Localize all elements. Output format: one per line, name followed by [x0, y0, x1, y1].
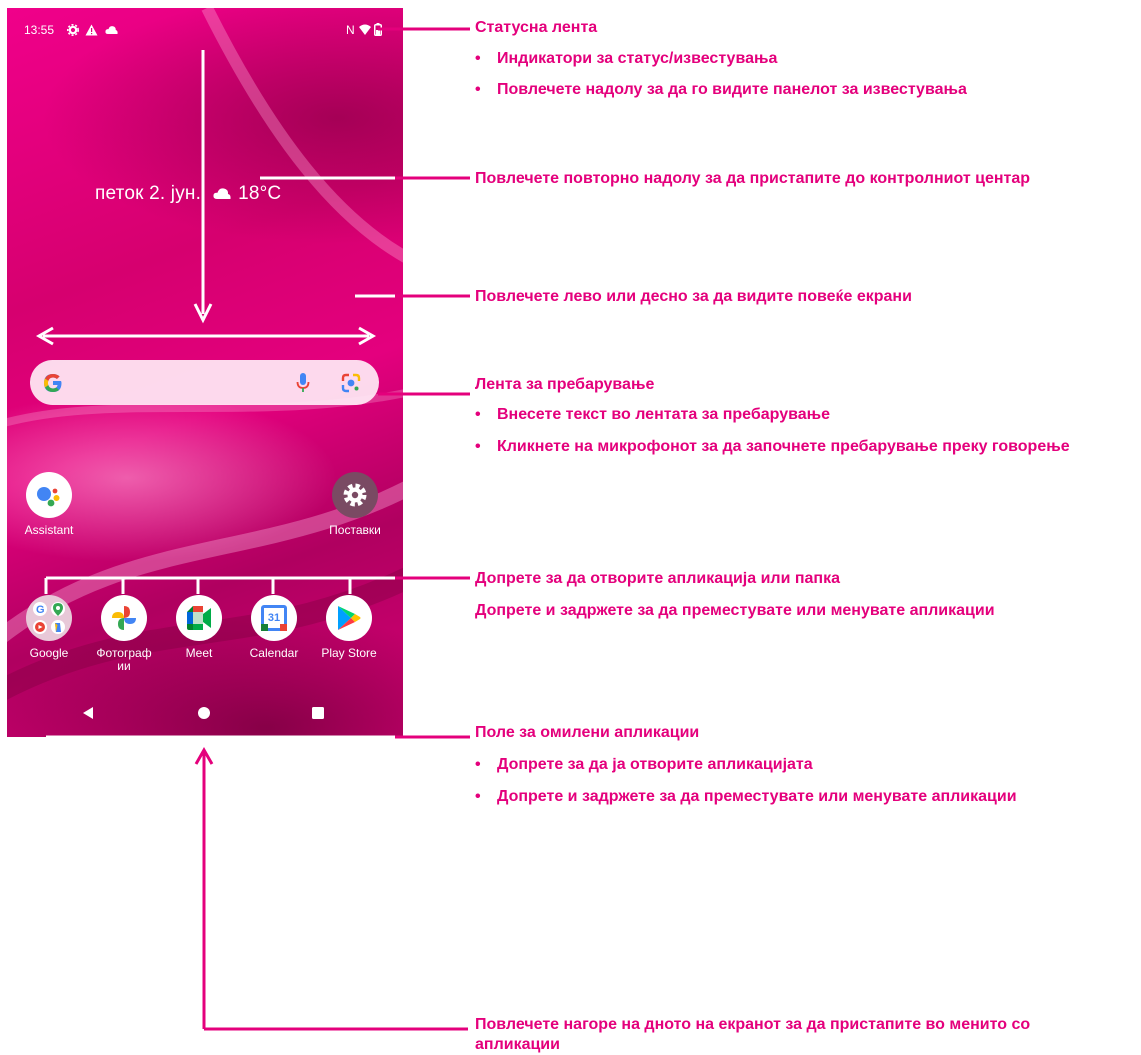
annotation-bullet: • Повлечете надолу за да го видите панело… — [475, 81, 967, 98]
annotation-status-bar-title: Статусна лента — [475, 19, 598, 36]
annotation-bullet: • Допрете за да ја отворите апликацијата — [475, 756, 813, 773]
annotation-apps-line2: Допрете и задржете за да преместувате ил… — [475, 602, 995, 619]
annotation-bullet: • Допрете и задржете за да преместувате и… — [475, 788, 1017, 805]
annotation-swipe-screens: Повлечете лево или десно за да видите по… — [475, 288, 912, 305]
annotation-bullet: • Индикатори за статус/известувања — [475, 50, 778, 67]
annotation-app-drawer: Повлечете нагоре на дното на екранот за … — [475, 1016, 1031, 1053]
annotation-bullet: • Внесете текст во лентата за пребарување — [475, 406, 831, 423]
annotation-search-title: Лента за пребарување — [475, 376, 655, 393]
annotation-favorites-title: Поле за омилени апликации — [475, 724, 700, 741]
annotation-control-center: Повлечете повторно надолу за да пристапи… — [475, 170, 1031, 187]
callout-lines — [44, 27, 470, 1031]
annotation-apps-line1: Допрете за да отворите апликација или па… — [475, 570, 840, 587]
annotation-bullet: • Кликнете на микрофонот за да започнете … — [475, 438, 1070, 455]
